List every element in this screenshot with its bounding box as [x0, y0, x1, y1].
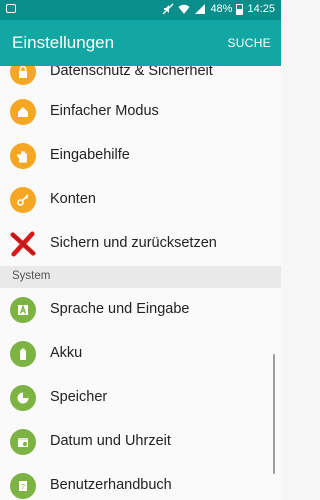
calendar-icon [10, 429, 36, 455]
list-item-label: Akku [50, 345, 83, 361]
section-header-system: System [0, 266, 281, 288]
search-button[interactable]: SUCHE [227, 36, 271, 50]
list-item-label: Datum und Uhrzeit [50, 433, 171, 449]
battery-icon [10, 341, 36, 367]
svg-text:?: ? [21, 484, 25, 491]
app-bar: Einstellungen SUCHE [0, 20, 281, 66]
battery-icon [236, 3, 244, 15]
list-item-user-manual[interactable]: ? Benutzerhandbuch [0, 464, 281, 500]
signal-icon [195, 4, 206, 14]
status-bar: 48% 14:25 [0, 0, 281, 20]
list-item-easy-mode[interactable]: Einfacher Modus [0, 90, 281, 134]
list-item-label: Datenschutz & Sicherheit [50, 66, 213, 79]
language-icon [10, 297, 36, 323]
list-item-label: Benutzerhandbuch [50, 477, 172, 493]
hand-icon [10, 143, 36, 169]
list-item-label: Sichern und zurücksetzen [50, 235, 217, 251]
home-icon [10, 99, 36, 125]
red-x-icon [10, 231, 36, 257]
list-item-label: Eingabehilfe [50, 147, 130, 163]
lock-icon [10, 66, 36, 85]
list-item-battery[interactable]: Akku [0, 332, 281, 376]
key-icon [10, 187, 36, 213]
manual-icon: ? [10, 473, 36, 499]
wifi-icon [178, 4, 190, 14]
list-item-accessibility[interactable]: Eingabehilfe [0, 134, 281, 178]
list-item-label: Konten [50, 191, 96, 207]
screenshot-icon [6, 4, 16, 13]
scrollbar[interactable] [273, 354, 275, 474]
list-item-label: Speicher [50, 389, 108, 405]
list-item-language-input[interactable]: Sprache und Eingabe [0, 288, 281, 332]
list-item-date-time[interactable]: Datum und Uhrzeit [0, 420, 281, 464]
section-header-label: System [12, 270, 51, 282]
battery-percent: 48% [210, 3, 233, 15]
list-item-label: Sprache und Eingabe [50, 301, 190, 317]
settings-list[interactable]: Datenschutz & Sicherheit Einfacher Modus… [0, 66, 281, 500]
list-item-backup-reset[interactable]: Sichern und zurücksetzen [0, 222, 281, 266]
storage-icon [10, 385, 36, 411]
list-item-label: Einfacher Modus [50, 103, 159, 119]
page-title: Einstellungen [12, 33, 115, 52]
list-item-accounts[interactable]: Konten [0, 178, 281, 222]
mute-icon [162, 3, 174, 15]
clock: 14:25 [247, 3, 275, 15]
list-item-storage[interactable]: Speicher [0, 376, 281, 420]
